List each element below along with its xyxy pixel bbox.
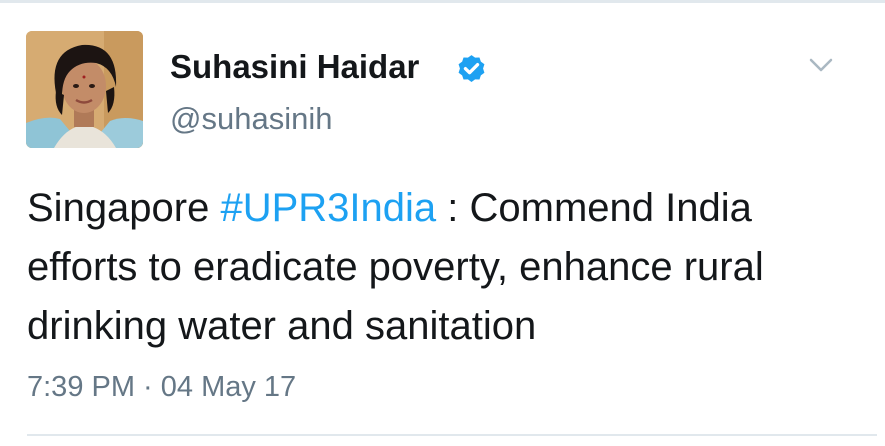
tweet-text-lead: Singapore	[27, 186, 221, 230]
avatar-photo	[26, 31, 143, 148]
tweet-card: Suhasini Haidar @suhasinih Singapore #UP…	[0, 3, 885, 446]
author-handle[interactable]: @suhasinih	[170, 100, 332, 138]
author-avatar[interactable]	[26, 31, 143, 148]
verified-badge-icon	[458, 55, 485, 83]
tweet-timestamp[interactable]: 7:39 PM · 04 May 17	[27, 369, 296, 405]
author-name[interactable]: Suhasini Haidar	[170, 47, 419, 87]
chevron-down-icon[interactable]	[806, 53, 836, 77]
tweet-text: Singapore #UPR3India : Commend India eff…	[27, 179, 867, 356]
hashtag-link[interactable]: #UPR3India	[220, 186, 436, 230]
bottom-divider	[27, 434, 877, 436]
